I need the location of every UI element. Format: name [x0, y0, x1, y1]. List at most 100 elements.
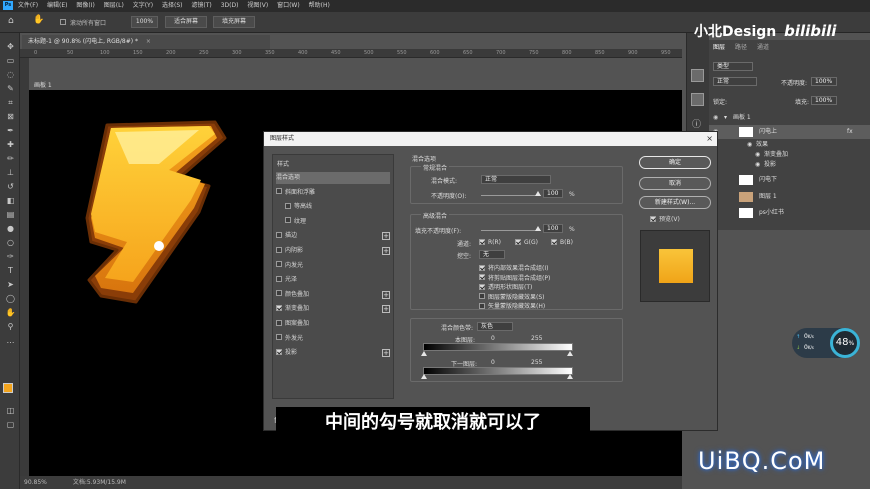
blur-tool-icon[interactable]: ● — [5, 223, 16, 234]
this-layer-gradient-bar[interactable] — [423, 343, 573, 351]
close-document-icon[interactable]: × — [146, 38, 151, 45]
this-layer-black-knob[interactable] — [421, 351, 427, 356]
dialog-title-bar[interactable]: 图层样式 × — [264, 132, 717, 146]
quick-mask-icon[interactable]: ◫ — [5, 405, 16, 416]
style-item[interactable]: 渐变叠加 + — [276, 303, 390, 315]
style-checkbox[interactable] — [285, 202, 291, 209]
underlying-layer-gradient-bar[interactable] — [423, 367, 573, 375]
channel-g-checkbox[interactable]: G(G) — [515, 238, 538, 246]
status-zoom[interactable]: 90.85% — [24, 479, 47, 486]
styles-header[interactable]: 样式 — [277, 159, 289, 168]
more-tools-icon[interactable]: … — [5, 335, 16, 346]
type-tool-icon[interactable]: T — [5, 265, 16, 276]
dodge-tool-icon[interactable]: ○ — [5, 237, 16, 248]
foreground-color-swatch[interactable] — [3, 383, 13, 393]
brush-tool-icon[interactable]: ✏ — [5, 153, 16, 164]
scroll-all-windows-checkbox[interactable] — [60, 18, 69, 26]
style-item[interactable]: 纹理 — [276, 216, 390, 228]
menu-type[interactable]: 文字(Y) — [133, 2, 153, 9]
layer-row[interactable]: ◉ 闪电下 — [709, 173, 870, 187]
style-checkbox[interactable] — [276, 188, 282, 195]
style-item[interactable]: 斜面和浮雕 — [276, 187, 390, 199]
eyedropper-tool-icon[interactable]: ✒ — [5, 125, 16, 136]
tab-paths[interactable]: 路径 — [735, 42, 747, 51]
add-style-icon[interactable]: + — [382, 232, 390, 241]
opacity-slider[interactable] — [481, 195, 541, 196]
fill-opacity-slider[interactable] — [481, 230, 541, 231]
knockout-select[interactable]: 无 — [479, 250, 505, 259]
pen-tool-icon[interactable]: ✑ — [5, 251, 16, 262]
blend-if-select[interactable]: 灰色 — [477, 322, 513, 331]
style-item[interactable]: 内发光 — [276, 260, 390, 272]
path-selection-tool-icon[interactable]: ➤ — [5, 279, 16, 290]
home-icon[interactable]: ⌂ — [8, 16, 14, 26]
zoom-tool-icon[interactable]: ⚲ — [5, 321, 16, 332]
layer-fx-badge[interactable]: fx — [847, 125, 853, 139]
info-panel-icon[interactable]: ⓘ — [692, 117, 701, 130]
layer-row-artboard[interactable]: ◉ ▾ 画板 1 — [709, 111, 870, 125]
artboard-label[interactable]: 画板 1 — [34, 80, 52, 89]
expand-chevron-icon[interactable]: ▾ — [724, 111, 727, 125]
ok-button[interactable]: 确定 — [639, 156, 711, 169]
gradient-tool-icon[interactable]: ▤ — [5, 209, 16, 220]
style-checkbox[interactable] — [276, 290, 282, 297]
menu-edit[interactable]: 编辑(E) — [47, 2, 67, 9]
underlying-layer-black-knob[interactable] — [421, 374, 427, 379]
layer-fill-field[interactable]: 100% — [811, 96, 837, 105]
style-checkbox[interactable] — [276, 231, 282, 238]
close-icon[interactable]: × — [706, 132, 713, 146]
move-tool-icon[interactable]: ✥ — [5, 41, 16, 52]
menu-file[interactable]: 文件(F) — [18, 2, 38, 9]
hand-tool-icon[interactable]: ✋ — [33, 15, 44, 25]
channel-b-checkbox[interactable]: B(B) — [551, 238, 573, 246]
tab-layers[interactable]: 图层 — [713, 42, 725, 51]
effect-eye-icon[interactable]: ◉ — [755, 158, 760, 172]
history-brush-tool-icon[interactable]: ↺ — [5, 181, 16, 192]
adjustments-panel-icon[interactable] — [691, 93, 704, 106]
visibility-eye-icon[interactable]: ◉ — [713, 111, 718, 125]
crop-tool-icon[interactable]: ⌗ — [5, 97, 16, 108]
this-layer-white-knob[interactable] — [567, 351, 573, 356]
style-checkbox[interactable] — [276, 275, 282, 282]
healing-brush-tool-icon[interactable]: ✚ — [5, 139, 16, 150]
menu-3d[interactable]: 3D(D) — [221, 2, 239, 9]
add-style-icon[interactable]: + — [382, 305, 390, 314]
advanced-option-checkbox[interactable]: 图层蒙版隐藏效果(S) — [479, 292, 545, 301]
layer-blend-mode-select[interactable]: 正常 — [713, 77, 757, 86]
style-checkbox[interactable] — [276, 261, 282, 268]
quick-select-tool-icon[interactable]: ✎ — [5, 83, 16, 94]
zoom-100-button[interactable]: 100% — [131, 16, 158, 28]
tab-channels[interactable]: 通道 — [757, 42, 769, 51]
style-checkbox[interactable] — [276, 304, 282, 311]
screen-mode-icon[interactable]: ▢ — [5, 419, 16, 430]
lasso-tool-icon[interactable]: ◌ — [5, 69, 16, 80]
advanced-option-checkbox[interactable]: 将内部效果混合成组(I) — [479, 263, 548, 272]
clone-stamp-tool-icon[interactable]: ⊥ — [5, 167, 16, 178]
properties-panel-icon[interactable] — [691, 69, 704, 82]
style-checkbox[interactable] — [285, 217, 291, 224]
style-item[interactable]: 等高线 — [276, 201, 390, 213]
menu-image[interactable]: 图像(I) — [76, 2, 94, 9]
style-checkbox[interactable] — [276, 246, 282, 253]
cancel-button[interactable]: 取消 — [639, 177, 711, 190]
new-style-button[interactable]: 新建样式(W)... — [639, 196, 711, 209]
document-tab[interactable]: 未标题-1 @ 90.8% (闪电上, RGB/8#) * × — [22, 35, 270, 49]
eraser-tool-icon[interactable]: ◧ — [5, 195, 16, 206]
frame-tool-icon[interactable]: ⊠ — [5, 111, 16, 122]
fill-opacity-field[interactable]: 100 — [543, 224, 563, 233]
style-item[interactable]: 外发光 — [276, 333, 390, 345]
channel-r-checkbox[interactable]: R(R) — [479, 238, 501, 246]
advanced-option-checkbox[interactable]: 将剪贴图层混合成组(P) — [479, 273, 550, 282]
style-item[interactable]: 内阴影 + — [276, 245, 390, 257]
layer-opacity-field[interactable]: 100% — [811, 77, 837, 86]
menu-view[interactable]: 视图(V) — [247, 2, 268, 9]
blend-mode-select[interactable]: 正常 — [481, 175, 551, 184]
fill-opacity-slider-knob[interactable] — [535, 226, 541, 231]
advanced-option-checkbox[interactable]: 矢量蒙版隐藏效果(H) — [479, 301, 545, 310]
add-style-icon[interactable]: + — [382, 349, 390, 358]
style-checkbox[interactable] — [276, 319, 282, 326]
add-style-icon[interactable]: + — [382, 247, 390, 255]
style-item[interactable]: 描边 + — [276, 230, 390, 242]
shape-tool-icon[interactable]: ◯ — [5, 293, 16, 304]
hand-tool-icon[interactable]: ✋ — [5, 307, 16, 318]
